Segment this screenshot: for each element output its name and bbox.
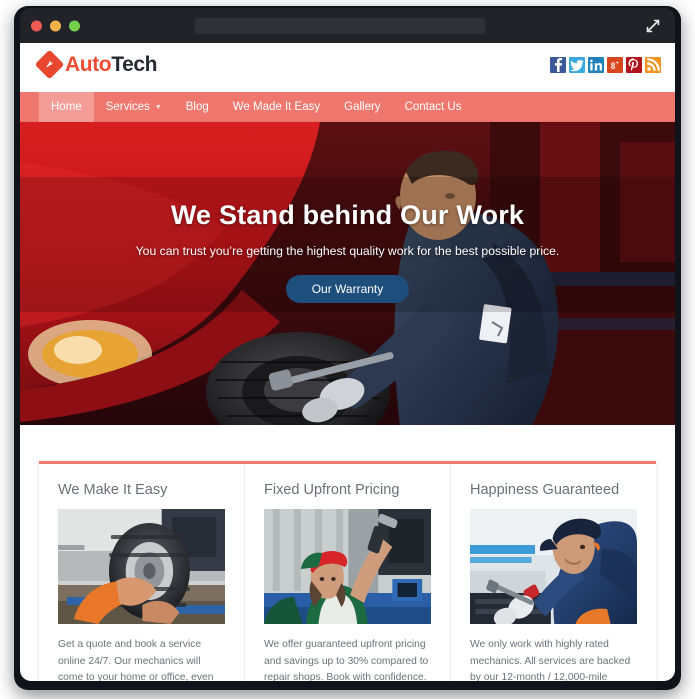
feature-title: We Make It Easy bbox=[58, 482, 168, 498]
diamond-wrench-icon bbox=[34, 49, 65, 80]
feature-card-fixed-upfront-pricing: Fixed Upfront Pricing We offer guarantee… bbox=[244, 464, 450, 681]
minimize-window-button[interactable] bbox=[50, 20, 61, 31]
main-navigation: Home Services ▼ Blog We Made It Easy Gal… bbox=[20, 92, 675, 122]
chevron-down-icon: ▼ bbox=[154, 103, 162, 111]
nav-item-we-made-it-easy[interactable]: We Made It Easy bbox=[221, 92, 332, 122]
feature-body-text: Get a quote and book a service online 24… bbox=[58, 639, 214, 681]
maximize-window-button[interactable] bbox=[69, 20, 80, 31]
linkedin-icon[interactable] bbox=[588, 57, 604, 73]
feature-text: We only work with highly rated mechanics… bbox=[470, 637, 637, 681]
rss-icon[interactable] bbox=[645, 57, 661, 73]
feature-text: Get a quote and book a service online 24… bbox=[58, 637, 225, 681]
nav-label-contact-us: Contact Us bbox=[404, 101, 462, 113]
social-links: 8+ bbox=[550, 57, 661, 73]
address-bar[interactable] bbox=[195, 18, 485, 37]
feature-body-text: We only work with highly rated mechanics… bbox=[470, 639, 631, 681]
close-window-button[interactable] bbox=[31, 20, 42, 31]
feature-card-happiness-guaranteed: Happiness Guaranteed We only work with h… bbox=[450, 464, 656, 681]
feature-body-text: We offer guaranteed upfront pricing and … bbox=[264, 639, 429, 681]
address-input[interactable] bbox=[195, 20, 485, 37]
feature-card-we-make-it-easy: We Make It Easy Get a quote and book a s… bbox=[39, 464, 244, 681]
nav-item-gallery[interactable]: Gallery bbox=[332, 92, 392, 122]
browser-window: AutoTech 8+ Home Services ▼ Blog We Made… bbox=[20, 8, 675, 681]
hero-content: We Stand behind Our Work You can trust y… bbox=[20, 200, 675, 303]
nav-item-home[interactable]: Home bbox=[39, 92, 94, 122]
feature-image-male-mechanic bbox=[470, 509, 637, 624]
nav-label-we-made-it-easy: We Made It Easy bbox=[232, 101, 321, 113]
feature-text: We offer guaranteed upfront pricing and … bbox=[264, 637, 431, 681]
logo-text-tech: Tech bbox=[111, 53, 158, 76]
pinterest-icon[interactable] bbox=[626, 57, 642, 73]
feature-image-female-mechanic bbox=[264, 509, 431, 624]
feature-title: Fixed Upfront Pricing bbox=[264, 482, 400, 498]
hero-title: We Stand behind Our Work bbox=[170, 200, 525, 230]
nav-item-contact-us[interactable]: Contact Us bbox=[393, 92, 474, 122]
nav-item-blog[interactable]: Blog bbox=[174, 92, 221, 122]
hero-banner: We Stand behind Our Work You can trust y… bbox=[20, 122, 675, 425]
window-controls bbox=[31, 20, 80, 31]
browser-titlebar bbox=[20, 8, 675, 43]
website-viewport: AutoTech 8+ Home Services ▼ Blog We Made… bbox=[20, 43, 675, 681]
hero-subtitle: You can trust you’re getting the highest… bbox=[135, 244, 560, 258]
expand-arrows-icon[interactable] bbox=[645, 18, 661, 34]
logo-wordmark: AutoTech bbox=[65, 54, 157, 75]
feature-image-tire-fitting bbox=[58, 509, 225, 624]
our-warranty-button[interactable]: Our Warranty bbox=[285, 275, 410, 303]
twitter-icon[interactable] bbox=[569, 57, 585, 73]
nav-label-gallery: Gallery bbox=[344, 101, 381, 113]
logo-text-auto: Auto bbox=[65, 53, 112, 76]
nav-item-services[interactable]: Services ▼ bbox=[94, 92, 174, 122]
site-header: AutoTech 8+ bbox=[20, 43, 675, 92]
facebook-icon[interactable] bbox=[550, 57, 566, 73]
screenshot-root: AutoTech 8+ Home Services ▼ Blog We Made… bbox=[0, 0, 695, 699]
nav-label-services: Services bbox=[105, 101, 150, 113]
feature-title: Happiness Guaranteed bbox=[470, 482, 620, 498]
features-panel: We Make It Easy Get a quote and book a s… bbox=[39, 461, 656, 681]
site-logo[interactable]: AutoTech bbox=[34, 49, 157, 80]
nav-label-home: Home bbox=[51, 101, 82, 113]
nav-label-blog: Blog bbox=[185, 101, 209, 113]
google-plus-icon[interactable]: 8+ bbox=[607, 57, 623, 73]
